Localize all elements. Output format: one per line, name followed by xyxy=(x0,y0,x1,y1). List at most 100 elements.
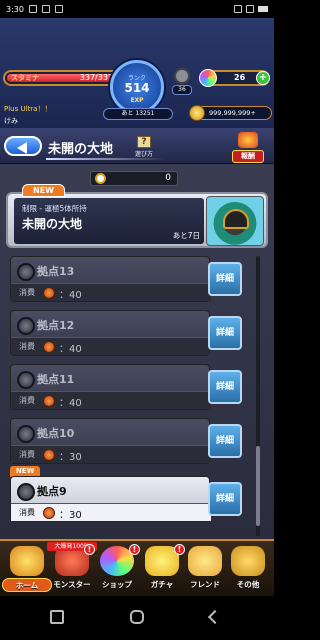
add-orbs-button[interactable]: + xyxy=(256,71,270,85)
event-banner: 制限 - 運極5体所持 未開の大地 あと7日 xyxy=(14,198,204,244)
stage-row[interactable]: 拠点10 消費 ：30 詳細 xyxy=(10,418,246,464)
cost-value: ：30 xyxy=(59,452,82,463)
cost-label: 消費 xyxy=(19,342,35,351)
notification-icon xyxy=(28,5,37,13)
cost-value: ：30 xyxy=(59,510,82,521)
detail-button[interactable]: 詳細 xyxy=(208,316,242,350)
stage-box[interactable]: 拠点10 消費 ：30 xyxy=(10,418,211,464)
stage-box[interactable]: 拠点11 消費 ：40 xyxy=(10,364,211,410)
detail-button[interactable]: 詳細 xyxy=(208,370,242,404)
status-bar: 3:30 xyxy=(0,0,274,18)
stage-icon xyxy=(17,483,35,501)
dome-icon xyxy=(223,209,249,229)
stamina-label: スタミナ xyxy=(11,74,39,82)
medal-icon xyxy=(174,68,190,84)
orb-counter[interactable]: 26 + xyxy=(199,69,270,87)
nav-monster[interactable]: 大爆発100% ! モンスター xyxy=(47,542,97,594)
gold-counter: 999,999,999+ xyxy=(189,105,272,121)
battery-icon xyxy=(258,6,268,12)
cost-value: ：40 xyxy=(59,290,82,301)
timer-value: 0 xyxy=(165,173,171,183)
nav-label: その他 xyxy=(236,580,260,589)
stage-row[interactable]: 拠点12 消費 ：40 詳細 xyxy=(10,310,246,356)
gold-count: 999,999,999+ xyxy=(209,109,256,117)
orb-count: 26 xyxy=(234,73,246,82)
stamina-cost-icon xyxy=(43,395,55,407)
stage-list-panel: 0 NEW 制限 - 運極5体所持 未開の大地 あと7日 拠点13 消費 ：40… xyxy=(0,164,274,539)
notification-icon xyxy=(54,5,63,13)
signal-icon xyxy=(246,5,254,13)
recent-apps-icon[interactable] xyxy=(50,610,64,624)
treasure-icon xyxy=(238,132,258,148)
stage-row[interactable]: 拠点11 消費 ：40 詳細 xyxy=(10,364,246,410)
timer-bar: 0 xyxy=(90,171,178,186)
bottom-nav: ホーム 大爆発100% ! モンスター ! ショップ ! ガチャ フレンド その… xyxy=(0,539,274,596)
event-card[interactable]: NEW 制限 - 運極5体所持 未開の大地 あと7日 xyxy=(6,184,268,248)
cost-value: ：40 xyxy=(59,398,82,409)
player-name: けみ xyxy=(4,117,18,125)
scroll-thumb[interactable] xyxy=(256,446,260,526)
cost-value: ：40 xyxy=(59,344,82,355)
status-time: 3:30 xyxy=(6,4,24,14)
detail-button[interactable]: 詳細 xyxy=(208,262,242,296)
game-header: スタミナ 337/337 ランク 514 EXP あと 13251 36 26 … xyxy=(0,18,274,128)
stage-box[interactable]: 拠点9 消費 ：30 xyxy=(10,476,211,522)
nav-label: モンスター xyxy=(53,580,91,589)
event-condition: 制限 - 運極5体所持 xyxy=(22,204,87,213)
reward-label: 報酬 xyxy=(232,150,264,163)
stage-name: 拠点11 xyxy=(37,373,75,386)
stage-name: 拠点10 xyxy=(37,427,75,440)
help-button[interactable]: ? 遊び方 xyxy=(132,136,156,158)
new-badge: NEW xyxy=(22,184,65,197)
stamina-bar: スタミナ 337/337 xyxy=(3,70,123,86)
clock-icon xyxy=(95,173,106,184)
stage-row[interactable]: 拠点13 消費 ：40 詳細 xyxy=(10,256,246,302)
stage-row[interactable]: NEW 拠点9 消費 ：30 詳細 xyxy=(10,466,246,522)
stage-icon xyxy=(17,425,35,443)
medal-counter[interactable]: 36 xyxy=(172,68,192,96)
stamina-cost-icon xyxy=(43,449,55,461)
back-button[interactable] xyxy=(4,136,42,156)
detail-button[interactable]: 詳細 xyxy=(208,424,242,458)
stage-cost-row: 消費 ：40 xyxy=(11,283,211,301)
event-name: 未開の大地 xyxy=(22,217,83,231)
stage-box[interactable]: 拠点13 消費 ：40 xyxy=(10,256,211,302)
stage-box[interactable]: 拠点12 消費 ：40 xyxy=(10,310,211,356)
detail-button[interactable]: 詳細 xyxy=(208,482,242,516)
nav-other[interactable]: その他 xyxy=(223,546,273,594)
system-nav-bar xyxy=(0,596,274,640)
stage-icon xyxy=(17,263,35,281)
stage-cost-row: 消費 ：30 xyxy=(11,445,211,463)
wifi-icon xyxy=(234,5,242,13)
stage-icon xyxy=(17,317,35,335)
medal-count: 36 xyxy=(172,85,192,95)
event-image xyxy=(206,196,264,246)
stamina-value: 337/337 xyxy=(79,73,113,82)
other-icon xyxy=(231,546,265,576)
stage-cost-row: 消費 ：40 xyxy=(11,337,211,355)
rank-value: 514 xyxy=(124,81,150,95)
nav-label: ショップ xyxy=(102,580,132,589)
title-underline xyxy=(46,158,166,160)
stage-name: 拠点12 xyxy=(37,319,75,332)
stage-name: 拠点13 xyxy=(37,265,75,278)
home-system-icon[interactable] xyxy=(130,610,144,624)
back-arrow-icon xyxy=(17,142,27,154)
nav-home[interactable]: ホーム xyxy=(2,546,52,594)
rank-badge[interactable]: ランク 514 EXP xyxy=(110,60,164,114)
question-icon: ? xyxy=(137,136,151,148)
player-info: Plus Ultra！！ けみ xyxy=(0,100,100,130)
notification-icon xyxy=(41,5,50,13)
back-system-icon[interactable] xyxy=(207,609,223,625)
friend-icon xyxy=(188,546,222,576)
stamina-cost-icon xyxy=(43,341,55,353)
nav-shop[interactable]: ! ショップ xyxy=(92,544,142,594)
reward-button[interactable]: 報酬 xyxy=(232,132,264,164)
player-title: Plus Ultra！！ xyxy=(4,105,52,113)
stage-cost-row: 消費 ：30 xyxy=(11,503,211,521)
cost-label: 消費 xyxy=(19,396,35,405)
home-icon xyxy=(10,546,44,576)
help-label: 遊び方 xyxy=(134,151,153,158)
page-title: 未開の大地 xyxy=(48,142,114,157)
scrollbar[interactable] xyxy=(256,256,260,536)
